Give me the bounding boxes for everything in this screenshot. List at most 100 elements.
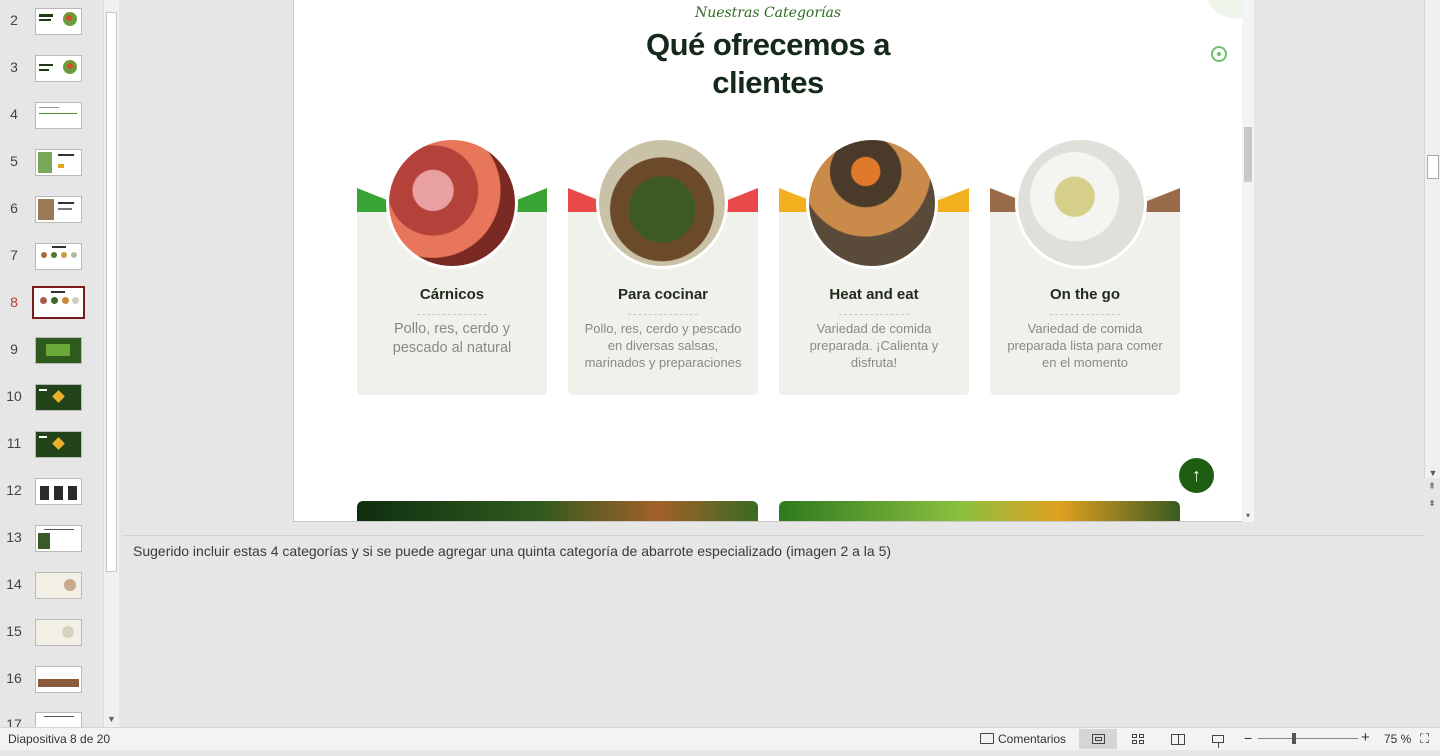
- slide-thumbnail-pane[interactable]: 2 3 4 5 6 7 8 9 10 11 12 13 14 15 16 17 …: [0, 0, 120, 739]
- thumbnail-slide-16[interactable]: 16: [0, 666, 100, 710]
- editor-scrollbar-thumb[interactable]: [1427, 155, 1439, 179]
- thumbnail-preview[interactable]: [35, 572, 82, 599]
- fit-to-window-icon[interactable]: ⛶: [1420, 731, 1429, 747]
- comments-button[interactable]: Comentarios: [976, 729, 1070, 748]
- thumbnail-slide-5[interactable]: 5: [0, 149, 100, 193]
- thumbnail-preview[interactable]: [35, 102, 82, 129]
- thumbnail-number: 2: [10, 12, 18, 28]
- thumbnail-number: 11: [6, 435, 22, 451]
- book-icon: [1171, 733, 1185, 745]
- thumbnail-number: 3: [10, 59, 18, 75]
- status-bar: Diapositiva 8 de 20 Comentarios − + 75 %…: [0, 727, 1440, 750]
- thumbnail-preview[interactable]: [35, 431, 82, 458]
- thumbnail-number: 16: [6, 670, 22, 686]
- prepared-food-photo: [806, 137, 938, 269]
- thumbnail-slide-15[interactable]: 15: [0, 619, 100, 663]
- divider: [1050, 314, 1120, 315]
- scroll-down-arrow-icon[interactable]: ▼: [104, 713, 119, 725]
- editor-scrollbar[interactable]: ▼: [1424, 0, 1440, 478]
- thumbnail-slide-2[interactable]: 2: [0, 8, 100, 52]
- thumbnail-slide-7[interactable]: 7: [0, 243, 100, 287]
- thumbnail-slide-12[interactable]: 12: [0, 478, 100, 522]
- zoom-slider[interactable]: [1258, 738, 1358, 739]
- thumbnail-preview[interactable]: [35, 666, 82, 693]
- thumbnail-number: 13: [6, 529, 22, 545]
- scroll-to-top-button[interactable]: ↑: [1179, 458, 1214, 493]
- slide-title-line-1: Qué ofrecemos a: [645, 27, 891, 62]
- thumbnail-number: 7: [10, 247, 18, 263]
- normal-view-icon: [1091, 734, 1105, 744]
- thumbnail-slide-3[interactable]: 3: [0, 55, 100, 99]
- banner-image-left: [357, 501, 758, 521]
- thumbnail-number: 15: [6, 623, 22, 639]
- meat-photo: [386, 137, 518, 269]
- zoom-slider-thumb[interactable]: [1292, 733, 1296, 744]
- thumbnail-preview-selected[interactable]: [32, 286, 85, 319]
- speaker-notes-pane[interactable]: Sugerido incluir estas 4 categorías y si…: [122, 535, 1424, 726]
- thumbnail-preview[interactable]: [35, 149, 82, 176]
- zoom-out-button[interactable]: −: [1244, 730, 1252, 746]
- slide-inner-scrollbar-thumb[interactable]: [1244, 127, 1252, 182]
- thumbnail-preview[interactable]: [35, 384, 82, 411]
- category-description: Variedad de comida preparada lista para …: [1007, 321, 1163, 370]
- category-title: Heat and eat: [829, 286, 919, 303]
- marinated-food-photo: [596, 137, 728, 269]
- scroll-down-arrow-icon[interactable]: ▼: [1425, 468, 1440, 478]
- thumbnail-number: 9: [10, 341, 18, 357]
- thumbnail-slide-11[interactable]: 11: [0, 431, 100, 475]
- divider: [839, 314, 909, 315]
- thumbnail-number: 12: [6, 482, 22, 498]
- target-icon: [1211, 46, 1227, 62]
- thumbnail-number: 5: [10, 153, 18, 169]
- thumbnail-slide-4[interactable]: 4: [0, 102, 100, 146]
- slide-canvas[interactable]: Nuestras Categorías Qué ofrecemos a clie…: [293, 0, 1254, 522]
- thumbnail-preview[interactable]: [35, 243, 82, 270]
- reading-view-button[interactable]: [1159, 729, 1197, 749]
- slide-subtitle: Nuestras Categorías: [694, 5, 842, 21]
- category-description: Pollo, res, cerdo y pescado en diversas …: [584, 321, 742, 370]
- comment-icon: [980, 733, 994, 744]
- previous-slide-icon[interactable]: ⇞: [1424, 481, 1440, 492]
- scroll-down-arrow-icon[interactable]: ▾: [1242, 511, 1254, 520]
- normal-view-button[interactable]: [1079, 729, 1117, 749]
- slide-sorter-view-button[interactable]: [1119, 729, 1157, 749]
- slide-inner-scrollbar[interactable]: ▾: [1242, 0, 1254, 522]
- thumbnail-slide-9[interactable]: 9: [0, 337, 100, 381]
- divider: [628, 314, 698, 315]
- thumbnail-number: 4: [10, 106, 18, 122]
- thumbnail-preview[interactable]: [35, 55, 82, 82]
- thumbnail-number: 6: [10, 200, 18, 216]
- zoom-level[interactable]: 75 %: [1384, 732, 1411, 746]
- category-title: Para cocinar: [617, 286, 709, 303]
- thumbnail-scrollbar[interactable]: ▼: [103, 0, 119, 727]
- thumbnail-slide-14[interactable]: 14: [0, 572, 100, 616]
- category-title: On the go: [1050, 286, 1120, 303]
- category-description: Variedad de comida preparada. ¡Calienta …: [809, 321, 939, 370]
- thumbnail-slide-8[interactable]: 8: [0, 286, 100, 334]
- thumbnail-slide-10[interactable]: 10: [0, 384, 100, 428]
- banner-image-right: [779, 501, 1180, 521]
- thumbnail-scrollbar-thumb[interactable]: [106, 12, 117, 572]
- thumbnail-preview[interactable]: [35, 478, 82, 505]
- thumbnail-preview[interactable]: [35, 196, 82, 223]
- thumbnail-slide-6[interactable]: 6: [0, 196, 100, 240]
- salad-photo: [1015, 137, 1147, 269]
- slide-title: Qué ofrecemos a clientes: [294, 26, 1242, 102]
- thumbnail-preview[interactable]: [35, 619, 82, 646]
- presentation-icon: [1212, 735, 1224, 748]
- divider: [417, 314, 487, 315]
- thumbnail-number: 8: [10, 294, 18, 310]
- thumbnail-preview[interactable]: [35, 8, 82, 35]
- thumbnail-number: 10: [6, 388, 22, 404]
- thumbnail-preview[interactable]: [35, 337, 82, 364]
- thumbnail-preview[interactable]: [35, 525, 82, 552]
- comments-label: Comentarios: [998, 731, 1067, 746]
- slide-counter: Diapositiva 8 de 20: [8, 732, 111, 746]
- speaker-notes-text[interactable]: Sugerido incluir estas 4 categorías y si…: [133, 543, 891, 559]
- slideshow-button[interactable]: [1199, 729, 1237, 749]
- thumbnail-slide-13[interactable]: 13: [0, 525, 100, 569]
- zoom-in-button[interactable]: +: [1361, 729, 1370, 746]
- next-slide-icon[interactable]: ⇟: [1424, 498, 1440, 509]
- category-title: Cárnicos: [419, 286, 485, 303]
- grid-icon: [1132, 734, 1144, 744]
